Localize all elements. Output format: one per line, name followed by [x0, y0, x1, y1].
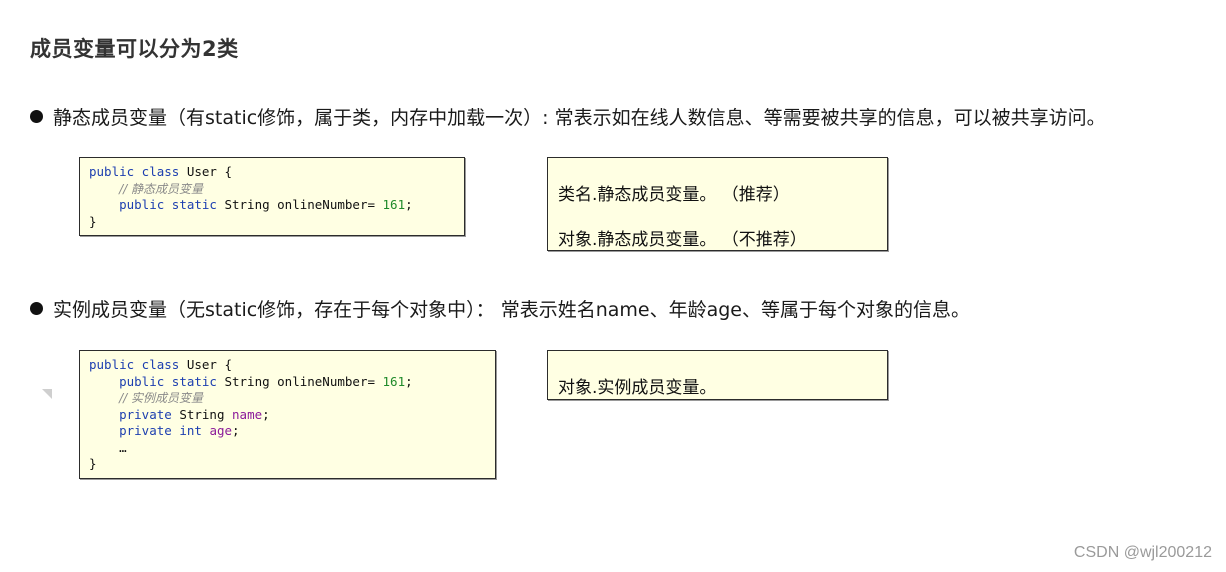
instance-usage-box: 对象.实例成员变量。 [547, 350, 888, 400]
bullet-icon [30, 110, 43, 123]
code-text: } [89, 456, 97, 471]
code-block: public class User { public static String… [80, 351, 495, 479]
code-keyword: public static [119, 197, 217, 212]
code-field: age [209, 423, 233, 438]
static-usage-box: 类名.静态成员变量。 （推荐） 对象.静态成员变量。 （不推荐） [547, 157, 888, 251]
code-keyword: private int [119, 423, 202, 438]
code-keyword: public static [119, 373, 217, 389]
code-text: ; [405, 373, 413, 389]
code-comment: // 静态成员变量 [119, 181, 204, 196]
bullet-icon [30, 302, 43, 315]
code-block: public class User { // 静态成员变量 public sta… [80, 158, 464, 236]
usage-recommended: 类名.静态成员变量。 （推荐） [558, 185, 790, 205]
code-text: User { [179, 164, 232, 179]
code-keyword: private [119, 406, 172, 422]
corner-marker-icon [42, 389, 52, 399]
code-number: 161 [382, 197, 406, 212]
bullet-text: 静态成员变量（有static修饰，属于类，内存中加载一次）: 常表示如在线人数信… [53, 107, 1106, 129]
page-title: 成员变量可以分为2类 [30, 37, 239, 61]
usage-instance: 对象.实例成员变量。 [558, 378, 717, 398]
instance-code-box: public class User { public static String… [79, 350, 496, 479]
code-text: ; [262, 406, 270, 422]
instance-member-bullet: 实例成员变量（无static修饰，存在于每个对象中）： 常表示姓名name、年龄… [30, 295, 970, 322]
code-text: String [171, 406, 233, 422]
code-comment: // 实例成员变量 [119, 391, 204, 405]
static-code-box: public class User { // 静态成员变量 public sta… [79, 157, 465, 236]
bullet-text: 实例成员变量（无static修饰，存在于每个对象中）： 常表示姓名name、年龄… [53, 299, 970, 321]
watermark: CSDN @wjl200212 [1073, 544, 1212, 561]
static-member-bullet: 静态成员变量（有static修饰，属于类，内存中加载一次）: 常表示如在线人数信… [30, 103, 1106, 130]
usage-not-recommended: 对象.静态成员变量。 （不推荐） [558, 230, 807, 250]
code-keyword: public class [89, 164, 180, 179]
code-number: 161 [382, 373, 406, 389]
code-field: name [232, 406, 263, 422]
code-text: String onlineNumber= [216, 197, 383, 212]
code-text: } [89, 213, 97, 229]
code-text: String onlineNumber= [216, 373, 383, 389]
code-text: ; [405, 197, 413, 212]
code-text: User { [179, 357, 232, 372]
code-text: ; [232, 423, 240, 438]
code-keyword: public class [89, 357, 180, 372]
code-ellipsis: … [119, 439, 127, 455]
